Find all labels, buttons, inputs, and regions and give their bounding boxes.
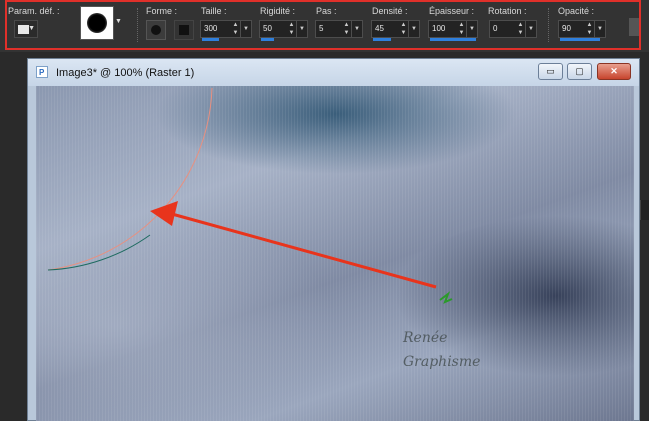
size-stepper[interactable]: 300 ▲ ▼ ▼ [200, 20, 252, 41]
spin-arrows-icon[interactable]: ▲ ▼ [585, 21, 594, 37]
rotation-label: Rotation : [488, 6, 527, 16]
rotation-value: 0 [493, 24, 498, 33]
size-value: 300 [204, 24, 218, 33]
overflow-button[interactable] [629, 18, 641, 36]
rotation-stepper[interactable]: 0 ▲ ▼ ▼ [489, 20, 537, 38]
density-value: 45 [375, 24, 384, 33]
spin-arrows-icon[interactable]: ▲ ▼ [399, 21, 408, 37]
canvas-texture [36, 86, 634, 421]
square-shape-icon [179, 25, 189, 35]
minimize-button[interactable]: ▭ [538, 63, 563, 80]
chevron-down-icon[interactable]: ▼ [408, 21, 419, 37]
document-icon: P [36, 66, 48, 78]
opacity-slider-bar[interactable] [560, 38, 600, 41]
shape-label: Forme : [146, 6, 178, 16]
opacity-stepper[interactable]: 90 ▲ ▼ ▼ [558, 20, 606, 41]
separator [137, 8, 139, 42]
panel-edge-handle[interactable] [640, 200, 649, 220]
preset-dropdown[interactable]: ▼ [14, 20, 38, 38]
opacity-label: Opacité : [558, 6, 595, 16]
spin-arrows-icon[interactable]: ▲ ▼ [516, 21, 525, 37]
hardness-value: 50 [263, 24, 272, 33]
spin-arrows-icon[interactable]: ▲ ▼ [287, 21, 296, 37]
round-shape-icon [151, 25, 161, 35]
hardness-stepper[interactable]: 50 ▲ ▼ ▼ [259, 20, 308, 41]
document-window[interactable]: P Image3* @ 100% (Raster 1) ▭ ▢ ✕ Renée … [27, 58, 640, 421]
density-slider-bar[interactable] [373, 38, 391, 41]
opacity-value: 90 [562, 24, 571, 33]
spin-arrows-icon[interactable]: ▲ ▼ [231, 21, 240, 37]
hardness-label: Rigidité : [260, 6, 296, 16]
chevron-down-icon[interactable]: ▼ [115, 18, 122, 25]
image-canvas[interactable]: Renée Graphisme [36, 86, 634, 421]
chevron-down-icon[interactable]: ▼ [296, 21, 307, 37]
round-shape-button[interactable] [146, 20, 166, 40]
watermark-line: Renée [403, 330, 448, 346]
thickness-label: Épaisseur : [429, 6, 475, 16]
spin-arrows-icon[interactable]: ▲ ▼ [342, 21, 351, 37]
thickness-stepper[interactable]: 100 ▲ ▼ ▼ [428, 20, 478, 41]
spin-arrows-icon[interactable]: ▲ ▼ [457, 21, 466, 37]
thickness-value: 100 [432, 24, 446, 33]
step-value: 5 [319, 24, 324, 33]
square-shape-button[interactable] [174, 20, 194, 40]
chevron-down-icon: ▼ [28, 25, 35, 32]
brush-tip-icon [87, 13, 107, 33]
hardness-slider-bar[interactable] [261, 38, 274, 41]
density-stepper[interactable]: 45 ▲ ▼ ▼ [371, 20, 420, 41]
density-label: Densité : [372, 6, 408, 16]
chevron-down-icon[interactable]: ▼ [240, 21, 251, 37]
chevron-down-icon[interactable]: ▼ [594, 21, 605, 37]
preset-label: Param. déf. : [8, 6, 60, 16]
window-title: Image3* @ 100% (Raster 1) [56, 67, 195, 79]
watermark-line: Graphisme [403, 354, 481, 370]
restore-button[interactable]: ▢ [567, 63, 592, 80]
window-titlebar[interactable]: P Image3* @ 100% (Raster 1) ▭ ▢ ✕ [28, 59, 639, 86]
close-button[interactable]: ✕ [597, 63, 631, 80]
size-slider-bar[interactable] [202, 38, 219, 41]
size-label: Taille : [201, 6, 227, 16]
chevron-down-icon[interactable]: ▼ [351, 21, 362, 37]
step-label: Pas : [316, 6, 337, 16]
chevron-down-icon[interactable]: ▼ [466, 21, 477, 37]
watermark-logo: Renée Graphisme [403, 326, 513, 386]
brush-tip-preview[interactable] [80, 6, 114, 40]
separator [548, 8, 550, 42]
thickness-slider-bar[interactable] [430, 38, 476, 41]
chevron-down-icon[interactable]: ▼ [525, 21, 536, 37]
tool-options-bar: Param. déf. : ▼ ▼ Forme : Taille : 300 ▲… [0, 0, 649, 52]
step-stepper[interactable]: 5 ▲ ▼ ▼ [315, 20, 363, 38]
